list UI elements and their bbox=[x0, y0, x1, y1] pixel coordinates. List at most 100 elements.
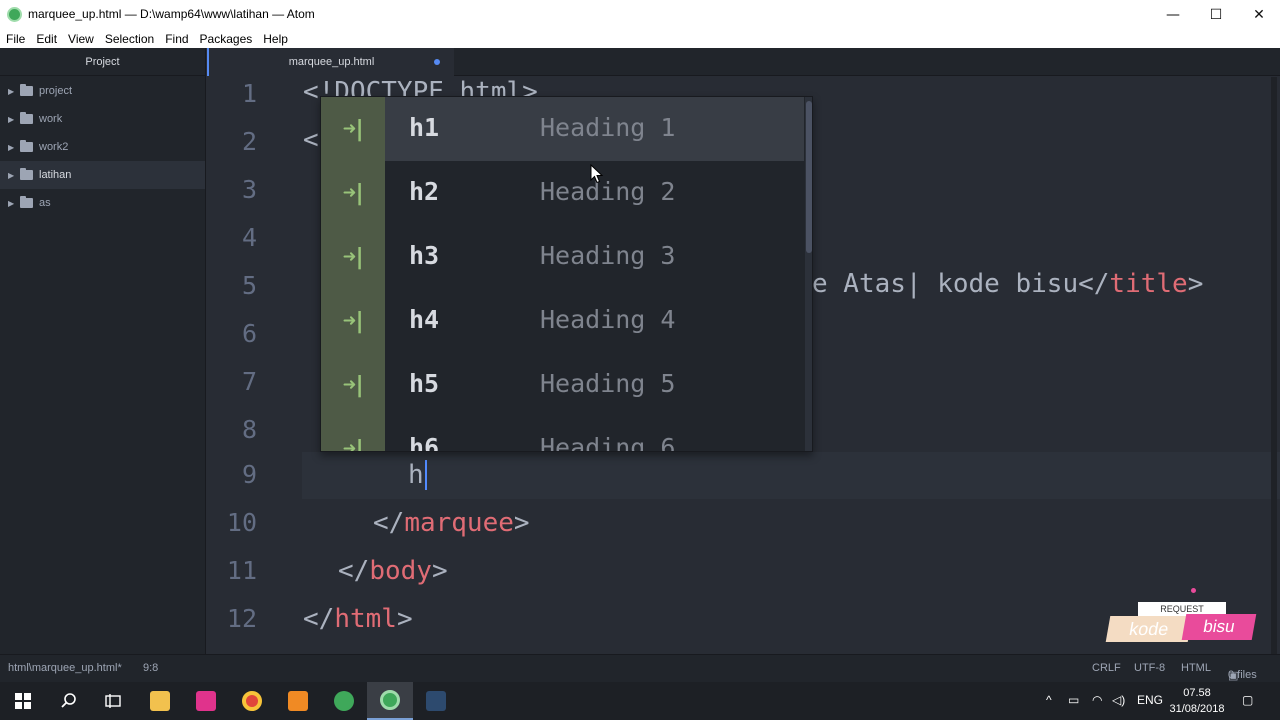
body-close-tag: body bbox=[369, 556, 432, 586]
snippet-icon-column: ➜| bbox=[321, 225, 385, 289]
terminal-icon bbox=[426, 691, 446, 711]
autocomplete-item-h4[interactable]: ➜| h4 Heading 4 bbox=[321, 289, 804, 353]
status-encoding[interactable]: UTF-8 bbox=[1134, 662, 1165, 674]
autocomplete-scrollbar[interactable] bbox=[805, 97, 812, 451]
tray-wifi-icon[interactable]: ◠ bbox=[1092, 693, 1102, 707]
clock-time: 07.58 bbox=[1183, 687, 1211, 699]
code-line-11: </body> bbox=[338, 556, 448, 586]
snippet-icon-column: ➜| bbox=[321, 289, 385, 353]
line-number: 1 bbox=[241, 79, 257, 108]
tree-folder-work2[interactable]: ▶ work2 bbox=[0, 133, 205, 161]
folder-icon bbox=[20, 112, 33, 124]
maximize-button[interactable]: ☐ bbox=[1194, 0, 1238, 30]
close-button[interactable]: ✕ bbox=[1237, 0, 1280, 30]
status-line-ending[interactable]: CRLF bbox=[1092, 662, 1121, 674]
autocomplete-item-h1[interactable]: ➜| h1 Heading 1 bbox=[321, 97, 804, 161]
taskbar-wamp[interactable] bbox=[183, 682, 229, 720]
taskbar-clock[interactable]: 07.58 31/08/2018 bbox=[1164, 685, 1230, 717]
autocomplete-item-h2[interactable]: ➜| h2 Heading 2 bbox=[321, 161, 804, 225]
project-panel-title[interactable]: Project bbox=[0, 48, 205, 76]
menu-file[interactable]: File bbox=[6, 32, 25, 46]
task-view-button[interactable] bbox=[90, 682, 136, 720]
search-button[interactable] bbox=[46, 682, 92, 720]
atom-app-icon bbox=[7, 7, 22, 22]
snippet-arrow-icon: ➜| bbox=[342, 436, 366, 452]
line-number: 6 bbox=[241, 319, 257, 348]
taskbar-powershell[interactable] bbox=[413, 682, 459, 720]
autocomplete-description: Heading 5 bbox=[540, 369, 676, 398]
line-number: 2 bbox=[241, 127, 257, 156]
tree-folder-latihan[interactable]: ▶ latihan bbox=[0, 161, 205, 189]
tray-battery-icon[interactable]: ▭ bbox=[1068, 693, 1079, 707]
menu-packages[interactable]: Packages bbox=[200, 32, 253, 46]
wamp-icon bbox=[196, 691, 216, 711]
taskbar-sublime[interactable] bbox=[275, 682, 321, 720]
line-number: 8 bbox=[241, 415, 257, 444]
taskbar-file-explorer[interactable] bbox=[137, 682, 183, 720]
chevron-right-icon: ▶ bbox=[8, 142, 15, 152]
autocomplete-description: Heading 2 bbox=[540, 177, 676, 206]
editor-scrollbar[interactable] bbox=[1271, 77, 1277, 654]
menu-find[interactable]: Find bbox=[165, 32, 188, 46]
autocomplete-description: Heading 6 bbox=[540, 433, 676, 452]
tree-folder-project[interactable]: ▶ project bbox=[0, 77, 205, 105]
autocomplete-snippet: h4 bbox=[409, 305, 440, 334]
title-text: e Atas| kode bisu bbox=[812, 269, 1079, 299]
autocomplete-scroll-thumb[interactable] bbox=[806, 101, 812, 253]
tab-label: marquee_up.html bbox=[288, 56, 375, 68]
kode-bisu-watermark: REQUEST kode bisu bbox=[1104, 588, 1260, 652]
menu-edit[interactable]: Edit bbox=[36, 32, 57, 46]
window-title: marquee_up.html — D:\wamp64\www\latihan … bbox=[28, 7, 315, 21]
line-number: 12 bbox=[226, 604, 257, 633]
snippet-arrow-icon: ➜| bbox=[342, 308, 366, 334]
autocomplete-popup: ➜| h1 Heading 1 ➜| h2 Heading 2 ➜| h3 He… bbox=[320, 96, 813, 452]
mouse-pointer-icon bbox=[590, 164, 604, 184]
taskbar-atom-inactive[interactable] bbox=[321, 682, 367, 720]
modified-indicator-icon[interactable] bbox=[434, 59, 440, 65]
folder-icon bbox=[20, 196, 33, 208]
status-grammar[interactable]: HTML bbox=[1181, 662, 1211, 674]
folder-icon bbox=[20, 140, 33, 152]
line-number: 5 bbox=[241, 271, 257, 300]
tab-marquee-up-html[interactable]: marquee_up.html bbox=[207, 48, 454, 76]
action-center-icon[interactable]: ▢ bbox=[1242, 693, 1253, 707]
autocomplete-description: Heading 4 bbox=[540, 305, 676, 334]
menu-bar: File Edit View Selection Find Packages H… bbox=[0, 30, 1280, 48]
autocomplete-item-h3[interactable]: ➜| h3 Heading 3 bbox=[321, 225, 804, 289]
autocomplete-item-h6[interactable]: ➜| h6 Heading 6 bbox=[321, 417, 804, 452]
tree-folder-work[interactable]: ▶ work bbox=[0, 105, 205, 133]
status-file-path[interactable]: html\marquee_up.html* bbox=[8, 662, 122, 674]
autocomplete-item-h5[interactable]: ➜| h5 Heading 5 bbox=[321, 353, 804, 417]
code-line-10: </marquee> bbox=[373, 508, 530, 538]
autocomplete-snippet: h5 bbox=[409, 369, 440, 398]
html-close-tag: html bbox=[334, 604, 397, 634]
snippet-arrow-icon: ➜| bbox=[342, 244, 366, 270]
snippet-arrow-icon: ➜| bbox=[342, 372, 366, 398]
windows-logo-icon bbox=[15, 693, 31, 709]
chevron-right-icon: ▶ bbox=[8, 198, 15, 208]
taskbar-atom-active[interactable] bbox=[367, 682, 413, 720]
watermark-dot bbox=[1191, 588, 1196, 593]
folder-icon bbox=[150, 691, 170, 711]
project-tree-panel: Project ▶ project ▶ work ▶ work2 ▶ latih… bbox=[0, 48, 206, 654]
status-cursor-position[interactable]: 9:8 bbox=[143, 662, 158, 674]
minimize-button[interactable]: — bbox=[1151, 0, 1195, 30]
tree-folder-label: work2 bbox=[39, 141, 69, 153]
tray-language[interactable]: ENG bbox=[1137, 693, 1163, 707]
tree-folder-as[interactable]: ▶ as bbox=[0, 189, 205, 217]
atom-icon bbox=[334, 691, 354, 711]
menu-selection[interactable]: Selection bbox=[105, 32, 154, 46]
chrome-icon bbox=[242, 691, 262, 711]
start-button[interactable] bbox=[0, 682, 46, 720]
taskbar-chrome[interactable] bbox=[229, 682, 275, 720]
tray-chevron-up-icon[interactable]: ^ bbox=[1046, 693, 1052, 707]
atom-icon bbox=[380, 690, 400, 710]
status-bar: html\marquee_up.html* 9:8 CRLF UTF-8 HTM… bbox=[0, 654, 1280, 682]
menu-view[interactable]: View bbox=[68, 32, 94, 46]
code-line-2: < bbox=[303, 125, 319, 173]
tray-volume-icon[interactable]: ◁) bbox=[1112, 693, 1125, 707]
snippet-arrow-icon: ➜| bbox=[342, 180, 366, 206]
autocomplete-snippet: h2 bbox=[409, 177, 440, 206]
menu-help[interactable]: Help bbox=[263, 32, 288, 46]
autocomplete-description: Heading 3 bbox=[540, 241, 676, 270]
